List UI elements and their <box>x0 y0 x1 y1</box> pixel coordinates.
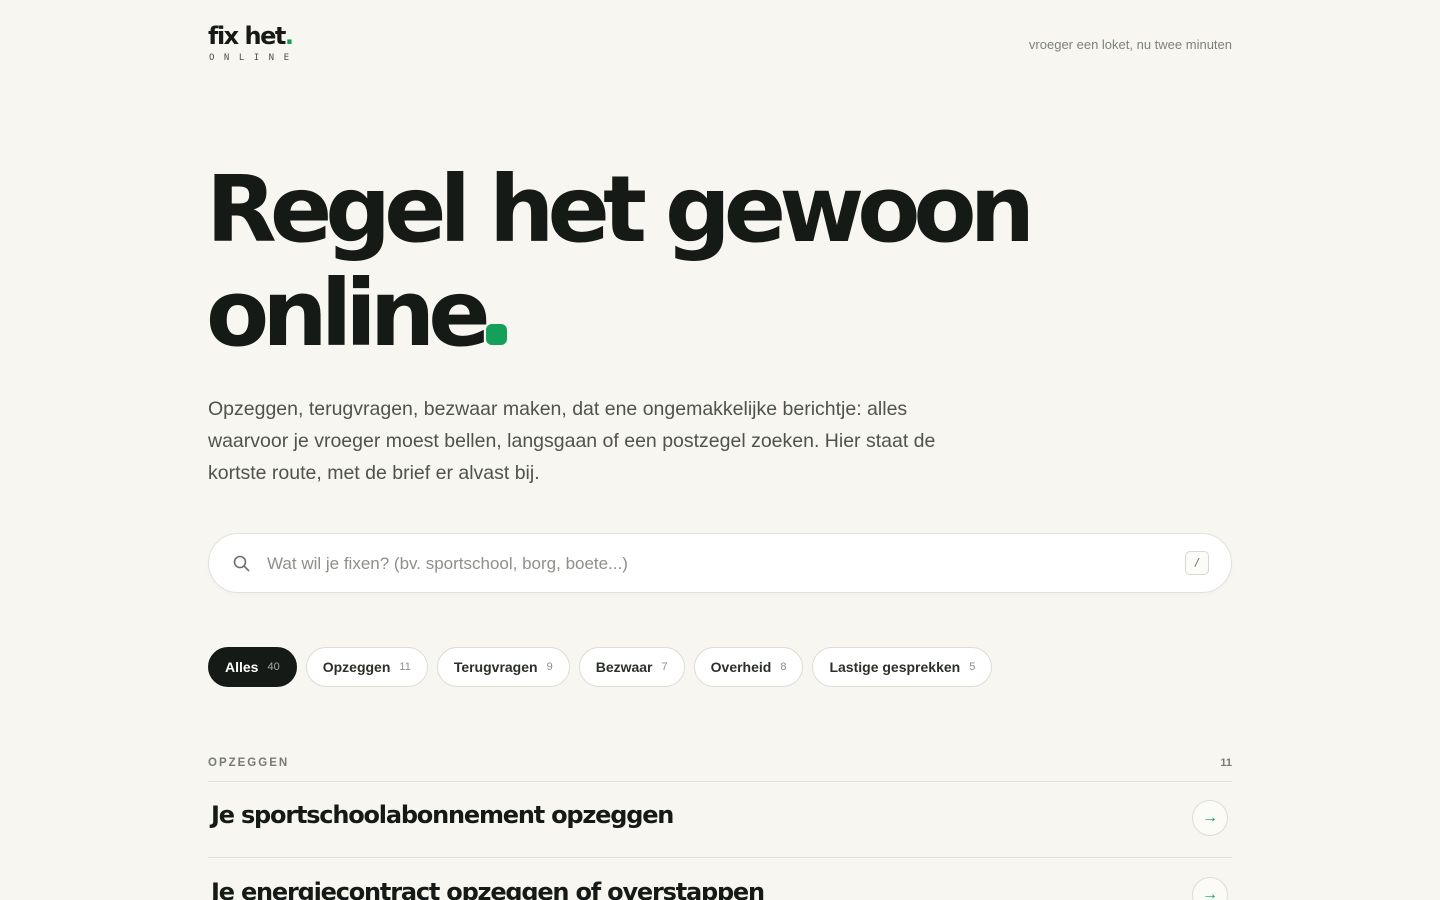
hero-title-dot <box>485 324 507 345</box>
arrow-right-icon[interactable]: → <box>1192 800 1228 836</box>
filter-chip-count: 11 <box>399 661 411 673</box>
logo-wordmark: fix het. <box>208 22 299 50</box>
logo-subtitle: ONLINE <box>209 53 299 63</box>
search-icon <box>233 555 250 572</box>
filter-chip-lastige-gesprekken[interactable]: Lastige gesprekken 5 <box>812 647 993 687</box>
section-header-opzeggen: OPZEGGEN 11 <box>208 757 1232 782</box>
list-item[interactable]: Je energiecontract opzeggen of overstapp… <box>208 858 1232 900</box>
header-tagline: vroeger een loket, nu twee minuten <box>1028 37 1232 52</box>
filter-chip-count: 40 <box>267 661 280 673</box>
hero-title: Regel het gewoon online <box>206 158 1206 366</box>
search-input[interactable] <box>265 548 1149 580</box>
arrow-right-icon[interactable]: → <box>1192 877 1228 900</box>
page: fix het. ONLINE vroeger een loket, nu tw… <box>0 0 1440 900</box>
hero-intro: Opzeggen, terugvragen, bezwaar maken, da… <box>208 398 936 484</box>
logo-dot: . <box>284 22 294 50</box>
logo-text: fix het <box>208 22 286 50</box>
filter-chip-label: Overheid <box>710 659 772 675</box>
search-shortcut-key: / <box>1185 551 1209 575</box>
logo[interactable]: fix het. ONLINE <box>208 22 299 63</box>
filter-chip-count: 8 <box>780 661 787 673</box>
filter-chip-overheid[interactable]: Overheid 8 <box>693 647 804 687</box>
filter-chip-terugvragen[interactable]: Terugvragen 9 <box>436 647 570 687</box>
section-label: OPZEGGEN <box>208 757 290 769</box>
filter-chip-label: Opzeggen <box>322 659 391 675</box>
filter-chip-label: Lastige gesprekken <box>829 659 961 675</box>
list-item-title: Je energiecontract opzeggen of overstapp… <box>211 878 765 900</box>
section-count: 11 <box>1220 757 1232 769</box>
list-item-title: Je sportschoolabonnement opzeggen <box>211 801 674 829</box>
filter-chip-alles[interactable]: Alles 40 <box>208 647 297 687</box>
list-item[interactable]: Je sportschoolabonnement opzeggen → <box>208 781 1232 858</box>
filter-chip-count: 5 <box>969 661 976 673</box>
search-bar: / <box>208 533 1232 593</box>
filter-chip-opzeggen[interactable]: Opzeggen 11 <box>305 647 428 687</box>
category-filters: Alles 40 Opzeggen 11 Terugvragen 9 Bezwa… <box>208 647 993 687</box>
filter-chip-label: Alles <box>225 659 259 675</box>
hero-title-line1: Regel het gewoon <box>206 156 1035 263</box>
filter-chip-label: Bezwaar <box>595 659 653 675</box>
hero-title-line2: online <box>206 260 491 367</box>
filter-chip-count: 9 <box>546 661 553 673</box>
filter-chip-count: 7 <box>661 661 668 673</box>
filter-chip-bezwaar[interactable]: Bezwaar 7 <box>578 647 685 687</box>
filter-chip-label: Terugvragen <box>453 659 538 675</box>
